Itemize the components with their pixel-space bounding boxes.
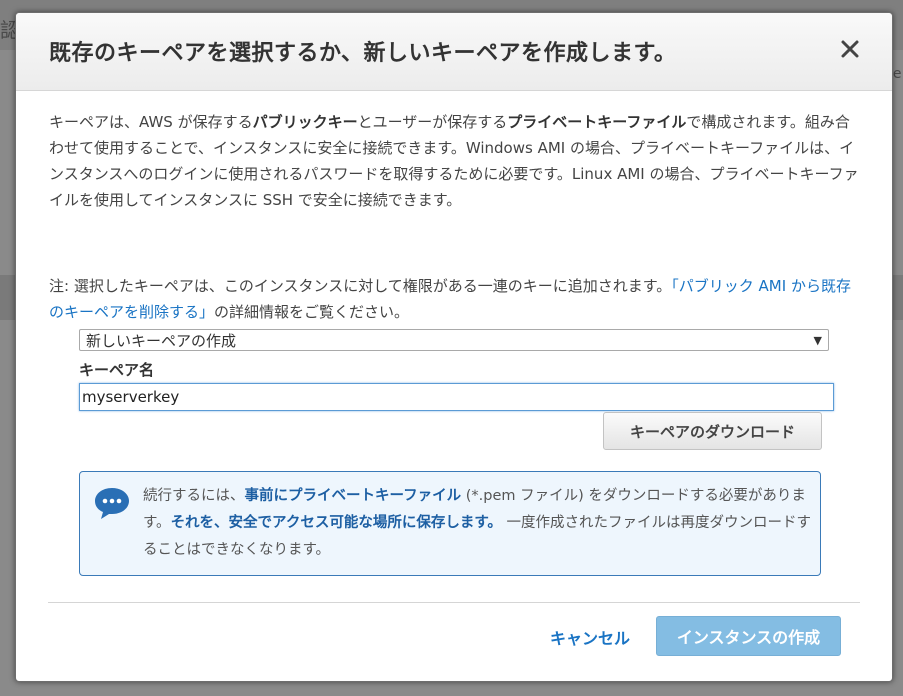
info-bold-2: それを、安全でアクセス可能な場所に保存します。 (170, 515, 502, 531)
cancel-button[interactable]: キャンセル (550, 625, 630, 649)
key-pair-select[interactable]: 新しいキーペアの作成 ▼ (79, 329, 829, 351)
info-text: 続行するには、事前にプライベートキーファイル (*.pem ファイル) をダウン… (143, 483, 811, 564)
background-row (0, 275, 15, 320)
note-prefix: 注: 選択したキーペアは、このインスタンスに対して権限がある一連のキーに追加され… (49, 277, 672, 295)
intro-paragraph: キーペアは、AWS が保存するパブリックキーとユーザーが保存するプライベートキー… (49, 109, 859, 213)
info-bold-1: 事前にプライベートキーファイル (244, 488, 462, 504)
note-suffix: の詳細情報をご覧ください。 (214, 303, 410, 321)
info-text-1: 続行するには、 (143, 488, 245, 504)
key-pair-name-label: キーペア名 (79, 361, 155, 379)
intro-bold-term: パブリックキー (252, 113, 358, 131)
key-pair-name-input[interactable] (79, 383, 834, 411)
chat-bubble-icon (95, 488, 129, 519)
intro-bold-term: プライベートキーファイル (507, 113, 687, 131)
intro-text-segment: キーペアは、AWS が保存する (49, 113, 253, 131)
dialog-header: 既存のキーペアを選択するか、新しいキーペアを作成します。 (16, 13, 892, 91)
close-icon (841, 40, 859, 58)
close-button[interactable] (838, 37, 862, 61)
dialog-title: 既存のキーペアを選択するか、新しいキーペアを作成します。 (49, 41, 677, 66)
launch-instances-button[interactable]: インスタンスの作成 (656, 616, 841, 656)
dropdown-arrow-icon: ▼ (813, 334, 822, 347)
download-key-pair-button[interactable]: キーペアのダウンロード (603, 412, 822, 450)
key-pair-select-value: 新しいキーペアの作成 (86, 332, 237, 350)
footer-divider (48, 602, 860, 603)
info-alert: 続行するには、事前にプライベートキーファイル (*.pem ファイル) をダウン… (79, 471, 821, 576)
note-paragraph: 注: 選択したキーペアは、このインスタンスに対して権限がある一連のキーに追加され… (49, 273, 864, 325)
key-pair-dialog: 既存のキーペアを選択するか、新しいキーペアを作成します。 キーペアは、AWS が… (15, 12, 893, 682)
intro-text-segment: とユーザーが保存する (357, 113, 508, 131)
